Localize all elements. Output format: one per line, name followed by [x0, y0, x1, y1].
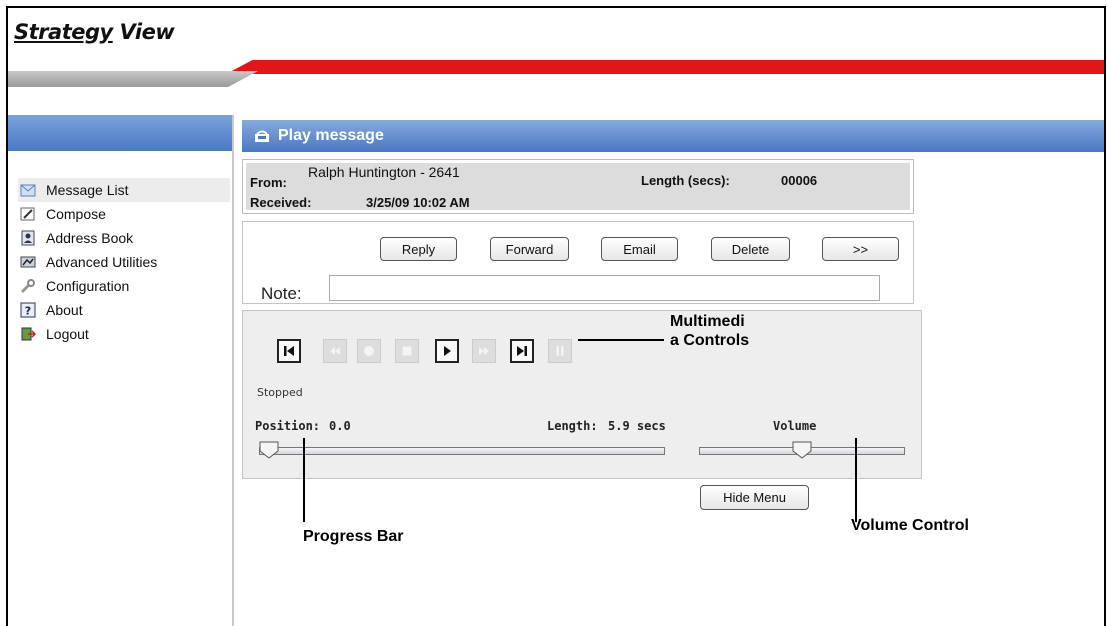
volume-label: Volume — [773, 419, 817, 433]
received-value: 3/25/09 10:02 AM — [366, 195, 470, 210]
page-title: Play message — [278, 127, 384, 144]
play-button[interactable] — [435, 339, 459, 363]
stop-icon — [402, 346, 412, 356]
advanced-utilities-icon — [20, 254, 36, 270]
sidebar-item-compose[interactable]: Compose — [18, 202, 230, 226]
forward-button[interactable]: Forward — [490, 237, 569, 261]
rewind-icon — [330, 347, 340, 355]
message-list-icon — [20, 182, 36, 198]
record-icon — [364, 346, 374, 356]
sidebar-item-label: Address Book — [46, 230, 134, 246]
sidebar-nav: Message List Compose Address Book Advanc… — [18, 178, 230, 346]
question-icon: ? — [20, 302, 36, 318]
sidebar-item-label: Logout — [46, 326, 89, 342]
player-status: Stopped — [257, 386, 303, 399]
sidebar-item-configuration[interactable]: Configuration — [18, 274, 230, 298]
reply-button[interactable]: Reply — [380, 237, 457, 261]
length-value: 5.9 secs — [608, 419, 666, 433]
volume-control-callout-line — [855, 438, 857, 522]
progress-bar-callout-line — [303, 438, 305, 522]
from-value: Ralph Huntington - 2641 — [308, 164, 460, 180]
email-button[interactable]: Email — [601, 237, 678, 261]
multimedia-callout-line — [578, 339, 664, 341]
length-label: Length: — [547, 419, 598, 433]
media-player-panel: Stopped Position: 0.0 Length: 5.9 secs V… — [242, 310, 922, 479]
compose-icon — [20, 206, 36, 222]
fast-forward-button[interactable] — [472, 339, 496, 363]
sidebar-item-label: Configuration — [46, 278, 130, 294]
hide-menu-button[interactable]: Hide Menu — [700, 485, 809, 510]
sidebar-item-advanced-utilities[interactable]: Advanced Utilities — [18, 250, 230, 274]
sidebar-item-label: About — [46, 302, 83, 318]
length-label: Length (secs): — [641, 173, 730, 188]
svg-text:?: ? — [25, 305, 31, 318]
app-logo: Strategy View — [14, 20, 175, 44]
length-value: 00006 — [781, 173, 818, 188]
message-actions-panel: Reply Forward Email Delete >> Note: — [242, 221, 914, 304]
volume-slider-thumb[interactable] — [792, 441, 812, 459]
progress-bar-thumb[interactable] — [259, 441, 279, 459]
header-grey-band — [8, 71, 258, 87]
from-label: From: — [250, 175, 287, 190]
message-info-panel: From: Ralph Huntington - 2641 Received: … — [242, 159, 914, 214]
play-icon — [444, 346, 451, 356]
progress-bar-callout: Progress Bar — [303, 528, 404, 545]
received-label: Received: — [250, 195, 312, 210]
more-button[interactable]: >> — [822, 237, 899, 261]
pause-icon — [556, 346, 564, 356]
note-input[interactable] — [329, 275, 880, 301]
logout-icon — [20, 326, 37, 342]
sidebar-item-address-book[interactable]: Address Book — [18, 226, 230, 250]
skip-to-end-icon — [517, 346, 527, 356]
rewind-button[interactable] — [323, 339, 347, 363]
sidebar-item-message-list[interactable]: Message List — [18, 178, 230, 202]
volume-control-callout: Volume Control — [851, 517, 969, 534]
skip-to-end-button[interactable] — [510, 339, 534, 363]
phone-message-icon — [254, 129, 270, 143]
app-window: Strategy View Message List Compose Addre… — [6, 6, 1106, 626]
address-book-icon — [20, 230, 36, 246]
position-value: 0.0 — [329, 419, 351, 433]
stop-button[interactable] — [395, 339, 419, 363]
sidebar-item-label: Compose — [46, 206, 106, 222]
pause-button[interactable] — [548, 339, 572, 363]
delete-button[interactable]: Delete — [711, 237, 790, 261]
note-label: Note: — [261, 284, 302, 303]
position-label: Position: — [255, 419, 321, 433]
sidebar-item-about[interactable]: ? About — [18, 298, 230, 322]
skip-to-start-icon — [284, 346, 294, 356]
skip-to-start-button[interactable] — [277, 339, 301, 363]
sidebar-item-label: Advanced Utilities — [46, 254, 158, 270]
wrench-icon — [20, 278, 36, 294]
header-red-band — [226, 60, 1104, 74]
record-button[interactable] — [357, 339, 381, 363]
sidebar-item-label: Message List — [46, 182, 129, 198]
progress-bar-track[interactable] — [259, 447, 665, 455]
sidebar-item-logout[interactable]: Logout — [18, 322, 230, 346]
sidebar-divider — [232, 115, 234, 626]
sidebar-header — [8, 115, 232, 151]
fast-forward-icon — [479, 347, 489, 355]
page-title-bar: Play message — [242, 120, 1104, 152]
multimedia-controls-callout: Multimedi a Controls — [670, 313, 750, 349]
